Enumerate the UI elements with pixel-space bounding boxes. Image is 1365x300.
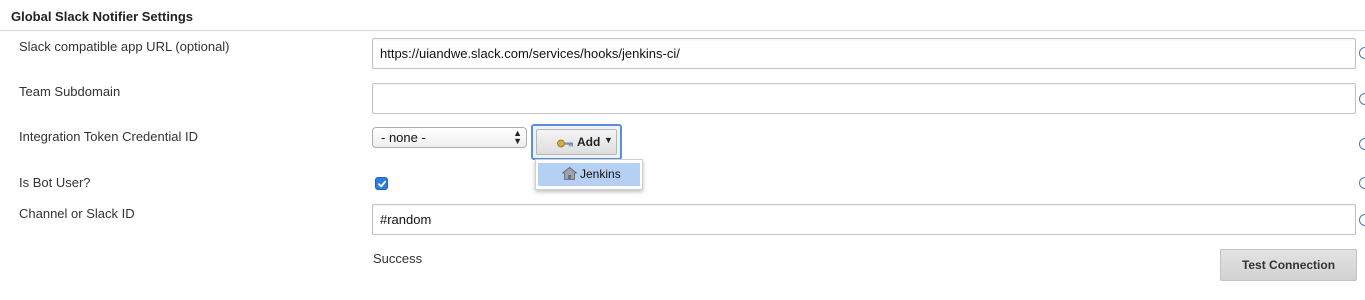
credential-label: Integration Token Credential ID <box>19 129 198 144</box>
select-arrows-icon: ▲ ▼ <box>513 128 522 146</box>
help-icon[interactable] <box>1359 138 1365 150</box>
credential-select[interactable]: - none - ▲ ▼ <box>372 127 527 148</box>
help-icon[interactable] <box>1359 93 1365 105</box>
help-icon[interactable] <box>1359 214 1365 226</box>
menu-item-jenkins[interactable]: Jenkins <box>538 163 640 186</box>
bot-user-label: Is Bot User? <box>19 175 91 190</box>
checkmark-icon <box>378 180 387 188</box>
channel-input[interactable] <box>372 204 1356 235</box>
team-subdomain-input[interactable] <box>372 83 1356 114</box>
team-subdomain-label: Team Subdomain <box>19 84 121 99</box>
help-icon[interactable] <box>1359 177 1365 189</box>
add-button-focus-ring: Add ▼ <box>531 124 622 160</box>
add-credential-menu: Jenkins <box>535 159 643 190</box>
add-button-label: Add <box>577 135 601 149</box>
section-divider <box>0 30 1365 31</box>
channel-label: Channel or Slack ID <box>19 206 135 221</box>
test-connection-button[interactable]: Test Connection <box>1220 249 1357 281</box>
jenkins-icon <box>561 166 578 183</box>
bot-user-checkbox[interactable] <box>375 177 388 190</box>
add-credential-button[interactable]: Add ▼ <box>536 129 617 155</box>
section-title: Global Slack Notifier Settings <box>11 9 194 24</box>
key-icon <box>557 137 574 151</box>
menu-item-label: Jenkins <box>580 167 621 181</box>
help-icon[interactable] <box>1359 47 1365 59</box>
caret-down-icon: ▼ <box>604 135 613 145</box>
credential-select-value: - none - <box>381 130 426 145</box>
app-url-input[interactable] <box>372 38 1356 69</box>
app-url-label: Slack compatible app URL (optional) <box>19 39 230 54</box>
connection-status: Success <box>373 251 423 266</box>
